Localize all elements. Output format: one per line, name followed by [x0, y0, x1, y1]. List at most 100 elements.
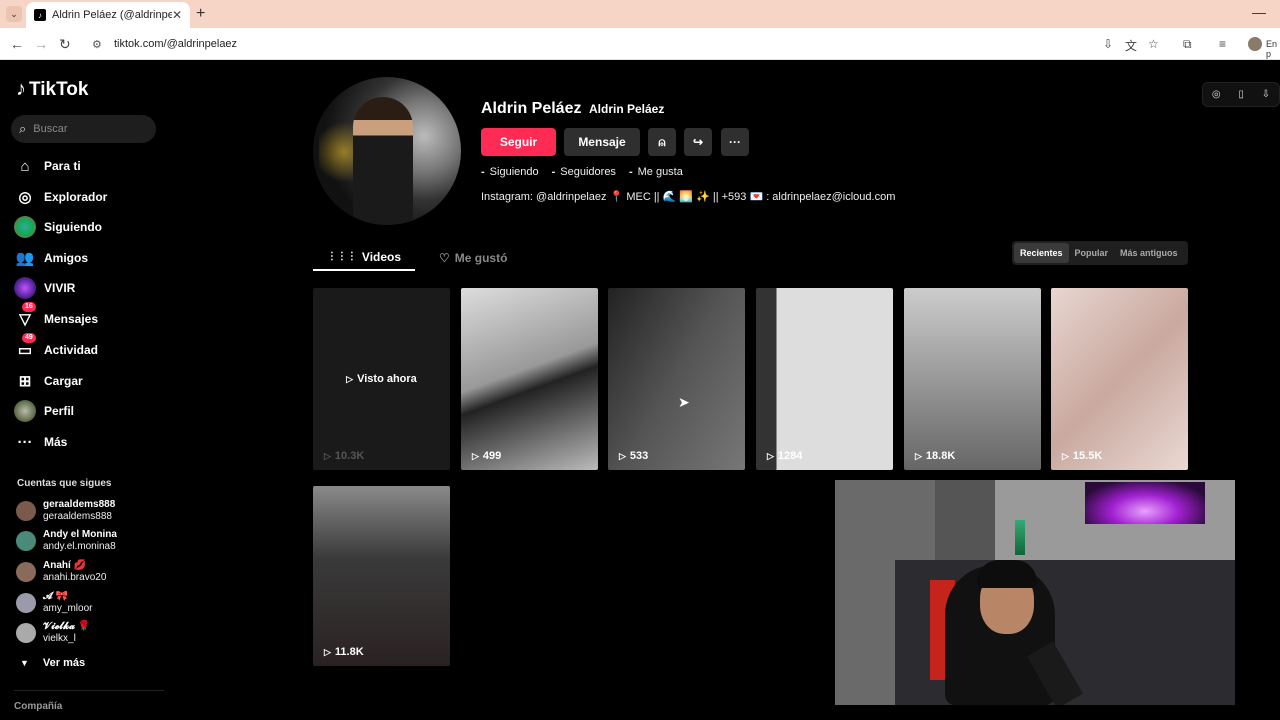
play-icon: ▷	[767, 450, 774, 461]
activity-icon: ▭ 49	[14, 333, 36, 361]
messages-badge: 16	[22, 302, 36, 312]
stat-followers[interactable]: - Seguidores	[552, 166, 616, 178]
minimize-window-icon[interactable]: —	[1252, 4, 1266, 20]
address-bar[interactable]: ⚙ tiktok.com/@aldrinpelaez	[84, 32, 1094, 56]
account-handle: anahi.bravo20	[43, 572, 107, 583]
tab-search-icon[interactable]: ⌄	[6, 6, 22, 22]
reading-list-icon[interactable]: ≡	[1219, 37, 1226, 51]
sidebar-item-mas[interactable]: ··· Más	[14, 431, 68, 453]
avatar-person	[353, 97, 413, 225]
back-icon[interactable]: ←	[10, 36, 24, 52]
extensions-icon[interactable]: ⧉	[1183, 37, 1192, 52]
profile-display-name: Aldrin Peláez	[481, 100, 582, 117]
stat-following[interactable]: - Siguiendo	[481, 166, 539, 178]
see-more-button[interactable]: ▼ Ver más	[20, 657, 85, 669]
view-count: ▷ 499	[472, 450, 502, 462]
sidebar-item-siguiendo[interactable]: Siguiendo	[14, 216, 102, 238]
browser-toolbar: ← → ↻ ⚙ tiktok.com/@aldrinpelaez ⇩ 文 ☆ ⧉…	[0, 28, 1280, 60]
browser-tab-strip: ⌄ ♪ Aldrin Peláez (@aldrinpelaez) | ✕ + …	[0, 0, 1280, 28]
phone-icon[interactable]: ▯	[1238, 89, 1244, 100]
video-thumbnail[interactable]: ▷ Visto ahora ▷ 10.3K	[313, 288, 450, 470]
sort-popular[interactable]: Popular	[1069, 243, 1115, 263]
sidebar-item-cargar[interactable]: ⊞ Cargar	[14, 370, 83, 392]
sidebar-item-label: Más	[44, 435, 68, 449]
following-account[interactable]: Andy el Monina andy.el.monina8	[16, 529, 117, 553]
tab-videos[interactable]: ⋮⋮⋮ Videos	[313, 244, 415, 271]
home-icon: ⌂	[20, 157, 30, 175]
sidebar-item-amigos[interactable]: 👥 Amigos	[14, 247, 88, 269]
bookmark-star-icon[interactable]: ☆	[1148, 37, 1159, 51]
sort-recent[interactable]: Recientes	[1014, 243, 1069, 263]
sidebar-item-label: Siguiendo	[44, 220, 102, 234]
play-icon: ▷	[1062, 450, 1069, 461]
sidebar-item-label: Explorador	[44, 190, 108, 204]
account-name: 𝓐 🎀	[43, 591, 68, 602]
profile-icon	[14, 400, 36, 422]
following-icon	[14, 216, 36, 238]
share-icon[interactable]: ↪	[684, 128, 712, 156]
tab-liked[interactable]: ♡ Me gustó	[439, 244, 507, 271]
see-more-label: Ver más	[42, 657, 86, 669]
video-thumbnail[interactable]: ▷ 15.5K	[1051, 288, 1188, 470]
compass-icon[interactable]: ◎	[1212, 89, 1221, 100]
profile-tools: ◎ ▯ ⇩	[1202, 82, 1280, 107]
add-friend-icon[interactable]: ⍝	[648, 128, 676, 156]
search-input[interactable]: ⌕ Buscar	[11, 115, 156, 143]
avatar	[16, 501, 36, 521]
sidebar-item-vivir[interactable]: VIVIR	[14, 277, 75, 299]
video-thumbnail[interactable]: ▷ 499	[461, 288, 598, 470]
forward-icon[interactable]: →	[34, 36, 48, 52]
following-account[interactable]: geraaldems888 geraaldems888	[16, 499, 115, 523]
sidebar-divider	[14, 690, 164, 691]
site-info-icon[interactable]: ⚙	[92, 38, 104, 51]
following-account[interactable]: 𝓐 🎀 amy_mloor	[16, 591, 92, 615]
mouse-cursor-icon: ➤	[678, 394, 690, 410]
company-link[interactable]: Compañía	[14, 701, 62, 712]
sidebar-item-mensajes[interactable]: ▽ 16 Mensajes	[14, 302, 98, 330]
tiktok-logo[interactable]: ♪ TikTok	[16, 78, 88, 101]
chevron-down-icon: ▼	[20, 658, 29, 668]
view-count: ▷ 533	[619, 450, 649, 462]
message-button[interactable]: Mensaje	[564, 128, 640, 156]
following-account[interactable]: 𝓥𝓲𝓮𝓵𝓴𝓪 🌹 vielkx_l	[16, 621, 90, 645]
follow-button[interactable]: Seguir	[481, 128, 556, 156]
tab-label: Me gustó	[454, 250, 508, 265]
video-thumbnail[interactable]: ▷ 11.8K	[313, 486, 450, 666]
browser-tab[interactable]: ♪ Aldrin Peláez (@aldrinpelaez) | ✕	[26, 2, 190, 28]
play-icon: ▷	[324, 646, 331, 657]
video-thumbnail[interactable]: ▷ 1284	[756, 288, 893, 470]
video-thumbnail[interactable]: ▷ 18.8K	[904, 288, 1041, 470]
more-options-icon[interactable]: ···	[721, 128, 749, 156]
browser-profile-avatar[interactable]	[1248, 37, 1262, 51]
translate-icon[interactable]: 文	[1125, 37, 1137, 54]
view-count: ▷ 1284	[767, 450, 803, 462]
sidebar-item-explorador[interactable]: ◎ Explorador	[14, 186, 107, 208]
webcam-tree	[1015, 520, 1025, 555]
sort-oldest[interactable]: Más antiguos	[1114, 243, 1184, 263]
install-app-icon[interactable]: ⇩	[1103, 37, 1113, 51]
profile-username: Aldrin Peláez	[589, 102, 665, 116]
following-account[interactable]: Anahí 💋 anahi.bravo20	[16, 560, 106, 584]
reload-icon[interactable]: ↻	[59, 36, 71, 53]
activity-badge: 49	[22, 333, 36, 343]
seen-label: Visto ahora	[357, 373, 417, 385]
account-name: Anahí 💋	[43, 560, 87, 571]
sidebar-item-actividad[interactable]: ▭ 49 Actividad	[14, 333, 99, 361]
sidebar-item-para-ti[interactable]: ⌂ Para ti	[14, 155, 81, 177]
sidebar-item-label: Actividad	[44, 343, 99, 357]
view-count: ▷ 15.5K	[1062, 450, 1103, 462]
webcam-overlay	[835, 480, 1235, 705]
account-name: geraaldems888	[43, 499, 116, 510]
sidebar-item-perfil[interactable]: Perfil	[14, 400, 74, 422]
profile-bio: Instagram: @aldrinpelaez 📍 MEC || 🌊 🌅 ✨ …	[481, 191, 896, 203]
tab-close-icon[interactable]: ✕	[172, 8, 182, 22]
account-handle: vielkx_l	[43, 633, 76, 644]
more-icon: ···	[17, 433, 33, 451]
avatar	[16, 623, 36, 643]
video-thumbnail[interactable]: ▷ 533	[608, 288, 745, 470]
new-tab-button[interactable]: +	[196, 5, 205, 23]
webcam-fireplace	[1085, 482, 1205, 524]
sidebar-item-label: Para ti	[44, 159, 81, 173]
profile-avatar[interactable]	[313, 77, 461, 225]
download-icon[interactable]: ⇩	[1262, 89, 1270, 100]
